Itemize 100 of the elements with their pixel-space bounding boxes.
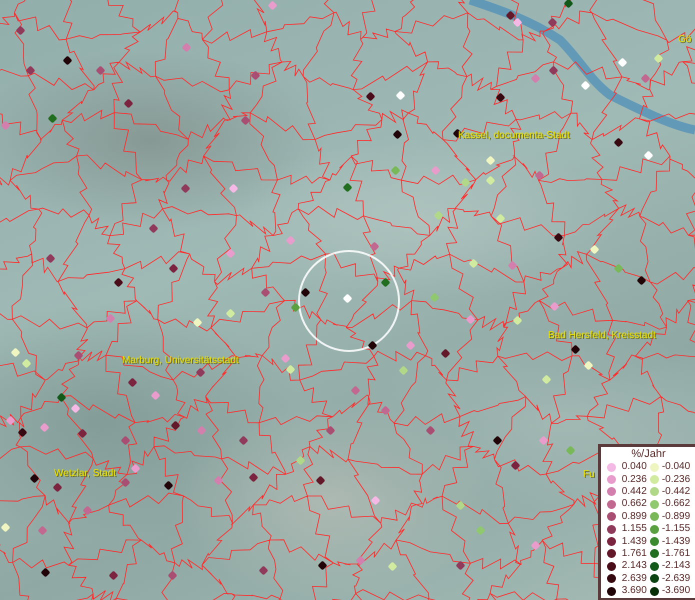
data-point-marker[interactable] [570,344,580,354]
data-point-marker[interactable] [614,138,624,148]
data-point-marker[interactable] [492,436,502,446]
data-point-marker[interactable] [164,480,174,490]
data-point-marker[interactable] [434,210,444,220]
data-point-marker[interactable] [180,184,190,194]
data-point-marker[interactable] [580,80,590,90]
data-point-marker[interactable] [30,474,40,484]
data-point-marker[interactable] [82,506,92,516]
data-point-marker[interactable] [370,496,380,506]
data-point-marker[interactable] [390,166,400,176]
data-point-marker[interactable] [62,56,72,66]
data-point-marker[interactable] [644,150,654,160]
data-point-marker[interactable] [128,378,138,388]
data-point-marker[interactable] [356,556,366,566]
data-point-marker[interactable] [52,482,62,492]
data-point-marker[interactable] [300,288,310,298]
data-point-marker[interactable] [130,464,140,474]
data-point-marker[interactable] [486,176,496,186]
data-point-marker[interactable] [228,184,238,194]
data-point-marker[interactable] [368,340,378,350]
data-point-marker[interactable] [430,166,440,176]
data-point-marker[interactable] [196,368,206,378]
data-point-marker[interactable] [550,302,560,312]
data-point-marker[interactable] [318,560,328,570]
data-point-marker[interactable] [22,358,32,368]
data-point-marker[interactable] [440,348,450,358]
data-point-marker[interactable] [342,182,352,192]
data-point-marker[interactable] [456,500,466,510]
data-point-marker[interactable] [296,456,306,466]
data-point-marker[interactable] [548,18,558,28]
data-point-marker[interactable] [168,264,178,274]
data-point-marker[interactable] [530,74,540,84]
data-point-marker[interactable] [476,526,486,536]
data-point-marker[interactable] [170,420,180,430]
data-point-marker[interactable] [78,428,88,438]
data-point-marker[interactable] [564,0,574,8]
data-point-marker[interactable] [10,348,20,358]
data-point-marker[interactable] [618,58,628,68]
data-point-marker[interactable] [56,392,66,402]
data-point-marker[interactable] [398,366,408,376]
data-point-marker[interactable] [214,476,224,486]
data-point-marker[interactable] [168,570,178,580]
data-point-marker[interactable] [120,436,130,446]
data-point-marker[interactable] [654,54,664,64]
data-point-marker[interactable] [366,92,376,102]
data-point-marker[interactable] [508,260,518,270]
data-point-marker[interactable] [614,264,624,274]
data-point-marker[interactable] [496,92,506,102]
data-point-marker[interactable] [70,404,80,414]
data-point-marker[interactable] [534,170,544,180]
data-point-marker[interactable] [370,242,380,252]
data-point-marker[interactable] [342,294,352,304]
data-point-marker[interactable] [280,354,290,364]
data-point-marker[interactable] [26,66,36,76]
data-point-marker[interactable] [182,42,192,52]
data-point-marker[interactable] [18,428,28,438]
data-point-marker[interactable] [350,386,360,396]
data-point-marker[interactable] [258,566,268,576]
data-point-marker[interactable] [40,568,50,578]
data-point-marker[interactable] [316,476,326,486]
data-point-marker[interactable] [124,98,134,108]
data-point-marker[interactable] [114,278,124,288]
data-point-marker[interactable] [286,364,296,374]
data-point-marker[interactable] [380,278,390,288]
data-point-marker[interactable] [456,560,466,570]
data-point-marker[interactable] [590,244,600,254]
data-point-marker[interactable] [148,224,158,234]
data-point-marker[interactable] [426,426,436,436]
data-point-marker[interactable] [326,426,336,436]
data-point-marker[interactable] [0,120,10,130]
data-point-marker[interactable] [512,316,522,326]
data-point-marker[interactable] [46,254,56,264]
data-point-marker[interactable] [196,426,206,436]
data-point-marker[interactable] [96,66,106,76]
data-point-marker[interactable] [636,276,646,286]
data-point-marker[interactable] [538,436,548,446]
data-point-marker[interactable] [286,236,296,246]
data-point-marker[interactable] [486,156,496,166]
data-point-marker[interactable] [466,314,476,324]
data-point-marker[interactable] [40,422,50,432]
data-point-marker[interactable] [192,318,202,328]
data-point-marker[interactable] [530,540,540,550]
data-point-marker[interactable] [226,308,236,318]
data-point-marker[interactable] [542,374,552,384]
data-point-marker[interactable] [260,288,270,298]
data-point-marker[interactable] [0,522,10,532]
data-point-marker[interactable] [388,562,398,572]
data-point-marker[interactable] [584,360,594,370]
data-point-marker[interactable] [430,292,440,302]
data-point-marker[interactable] [554,232,564,242]
data-point-marker[interactable] [406,340,416,350]
data-point-marker[interactable] [496,214,506,224]
data-point-marker[interactable] [640,74,650,84]
data-point-marker[interactable] [120,478,130,488]
data-point-marker[interactable] [548,66,558,76]
data-point-marker[interactable] [16,26,26,36]
data-point-marker[interactable] [38,526,48,536]
data-point-marker[interactable] [268,0,278,10]
data-point-marker[interactable] [226,248,236,258]
